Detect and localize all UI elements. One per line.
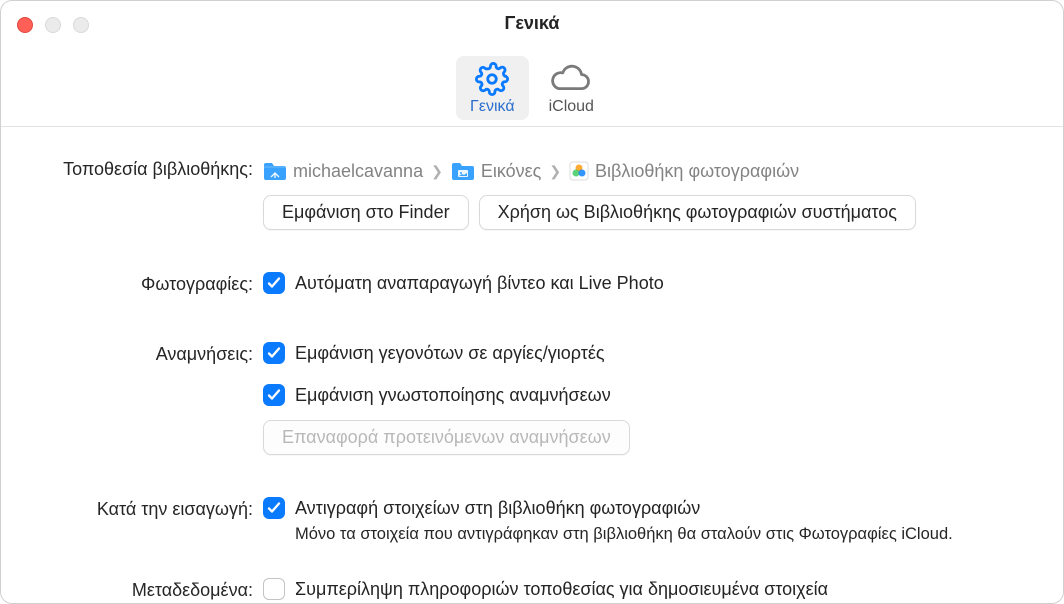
holiday-events-label: Εμφάνιση γεγονότων σε αργίες/γιορτές (295, 343, 605, 364)
checkbox-line-autoplay: Αυτόματη αναπαραγωγή βίντεο και Live Pho… (263, 272, 1037, 294)
row-memories: Αναμνήσεις: Εμφάνιση γεγονότων σε αργίες… (27, 342, 1037, 455)
label-memories: Αναμνήσεις: (27, 342, 263, 365)
checkbox-line-include-location: Συμπερίληψη πληροφοριών τοποθεσίας για δ… (263, 578, 1037, 600)
holiday-events-checkbox[interactable] (263, 342, 285, 364)
gear-icon (474, 62, 510, 96)
pictures-folder-icon (451, 161, 475, 181)
window-title: Γενικά (1, 13, 1063, 34)
tab-icloud-label: iCloud (549, 98, 594, 116)
row-importing: Κατά την εισαγωγή: Αντιγραφή στοιχείων σ… (27, 497, 1037, 544)
label-library-location: Τοποθεσία βιβλιοθήκης: (27, 157, 263, 180)
label-metadata: Μεταδεδομένα: (27, 578, 263, 601)
label-photos: Φωτογραφίες: (27, 272, 263, 295)
checkbox-line-memories-notification: Εμφάνιση γνωστοποίησης αναμνήσεων (263, 384, 1037, 406)
autoplay-label: Αυτόματη αναπαραγωγή βίντεο και Live Pho… (295, 273, 664, 294)
breadcrumb-library: Βιβλιοθήκη φωτογραφιών (595, 161, 799, 182)
breadcrumb-pictures: Εικόνες (481, 161, 542, 182)
checkbox-line-copy-on-import: Αντιγραφή στοιχείων στη βιβλιοθήκη φωτογ… (263, 497, 1037, 519)
titlebar: Γενικά Γενικά iCloud (1, 1, 1063, 127)
cloud-icon (550, 62, 592, 96)
copy-on-import-help-text: Μόνο τα στοιχεία που αντιγράφηκαν στη βι… (263, 525, 1037, 544)
tab-icloud[interactable]: iCloud (535, 56, 608, 120)
tab-general[interactable]: Γενικά (456, 56, 529, 120)
library-buttons: Εμφάνιση στο Finder Χρήση ως Βιβλιοθήκης… (263, 195, 1037, 230)
row-library-location: Τοποθεσία βιβλιοθήκης: michaelcavanna ❯ (27, 157, 1037, 230)
autoplay-checkbox[interactable] (263, 272, 285, 294)
copy-on-import-checkbox[interactable] (263, 497, 285, 519)
show-in-finder-button[interactable]: Εμφάνιση στο Finder (263, 195, 469, 230)
tab-general-label: Γενικά (470, 98, 515, 116)
preferences-window: Γενικά Γενικά iCloud (0, 0, 1064, 604)
checkbox-line-holiday-events: Εμφάνιση γεγονότων σε αργίες/γιορτές (263, 342, 1037, 364)
breadcrumb-home: michaelcavanna (293, 161, 423, 182)
include-location-label: Συμπερίληψη πληροφοριών τοποθεσίας για δ… (295, 579, 828, 600)
row-photos: Φωτογραφίες: Αυτόματη αναπαραγωγή βίντεο… (27, 272, 1037, 300)
memories-notification-checkbox[interactable] (263, 384, 285, 406)
copy-on-import-label: Αντιγραφή στοιχείων στη βιβλιοθήκη φωτογ… (295, 498, 700, 519)
library-path-breadcrumb: michaelcavanna ❯ Εικόνες ❯ (263, 157, 1037, 185)
chevron-right-icon: ❯ (429, 163, 445, 180)
reset-suggested-memories-button[interactable]: Επαναφορά προτεινόμενων αναμνήσεων (263, 420, 630, 455)
home-folder-icon (263, 161, 287, 181)
memories-notification-label: Εμφάνιση γνωστοποίησης αναμνήσεων (295, 385, 611, 406)
row-metadata: Μεταδεδομένα: Συμπερίληψη πληροφοριών το… (27, 578, 1037, 604)
photos-library-icon (569, 161, 589, 181)
use-as-system-library-button[interactable]: Χρήση ως Βιβλιοθήκης φωτογραφιών συστήμα… (479, 195, 916, 230)
chevron-right-icon: ❯ (547, 163, 563, 180)
include-location-checkbox[interactable] (263, 578, 285, 600)
content-area: Τοποθεσία βιβλιοθήκης: michaelcavanna ❯ (1, 127, 1063, 604)
toolbar-tabs: Γενικά iCloud (1, 56, 1063, 120)
label-importing: Κατά την εισαγωγή: (27, 497, 263, 520)
